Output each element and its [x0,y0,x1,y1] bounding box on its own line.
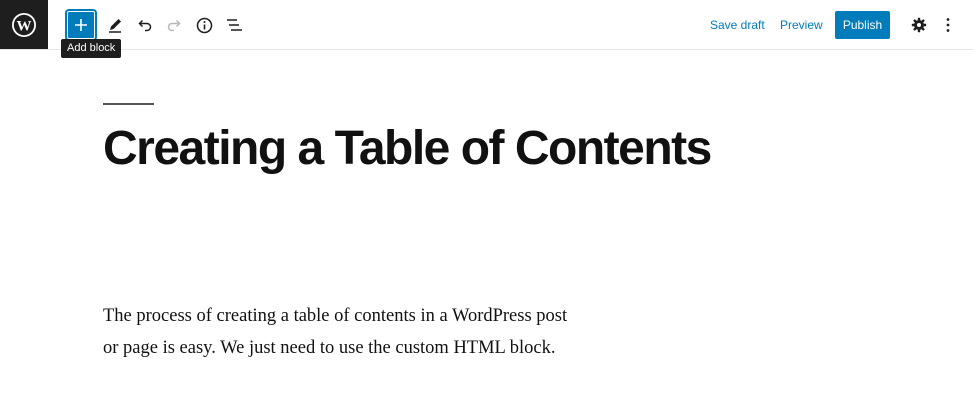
more-vertical-icon [946,18,950,32]
plus-icon [75,19,87,31]
add-block-button[interactable] [67,11,95,39]
publish-button[interactable]: Publish [835,11,890,39]
redo-button[interactable] [163,14,185,36]
info-icon [196,17,212,33]
undo-icon [138,19,152,32]
pencil-icon [109,19,121,33]
svg-text:W: W [17,18,32,34]
title-separator [103,103,154,105]
details-button[interactable] [193,14,215,36]
preview-button[interactable]: Preview [780,17,823,33]
list-view-icon [226,19,242,31]
save-draft-button[interactable]: Save draft [710,17,765,33]
editor-toolbar: W Add block Save draft Preview Publish [0,0,973,58]
add-block-tooltip: Add block [61,39,122,58]
paragraph-line: or page is easy. We just need to use the… [103,338,556,358]
options-button[interactable] [938,14,958,36]
tools-button[interactable] [104,14,126,36]
redo-icon [167,19,181,32]
wordpress-logo-button[interactable]: W [0,0,48,49]
paragraph-line: The process of creating a table of conte… [103,306,568,326]
gear-icon [911,17,927,33]
wordpress-logo-icon: W [12,12,36,37]
post-title[interactable]: Creating a Table of Contents [103,121,712,177]
paragraph-block[interactable]: The process of creating a table of conte… [103,300,603,364]
settings-button[interactable] [908,14,930,36]
list-view-button[interactable] [223,14,245,36]
undo-button[interactable] [134,14,156,36]
